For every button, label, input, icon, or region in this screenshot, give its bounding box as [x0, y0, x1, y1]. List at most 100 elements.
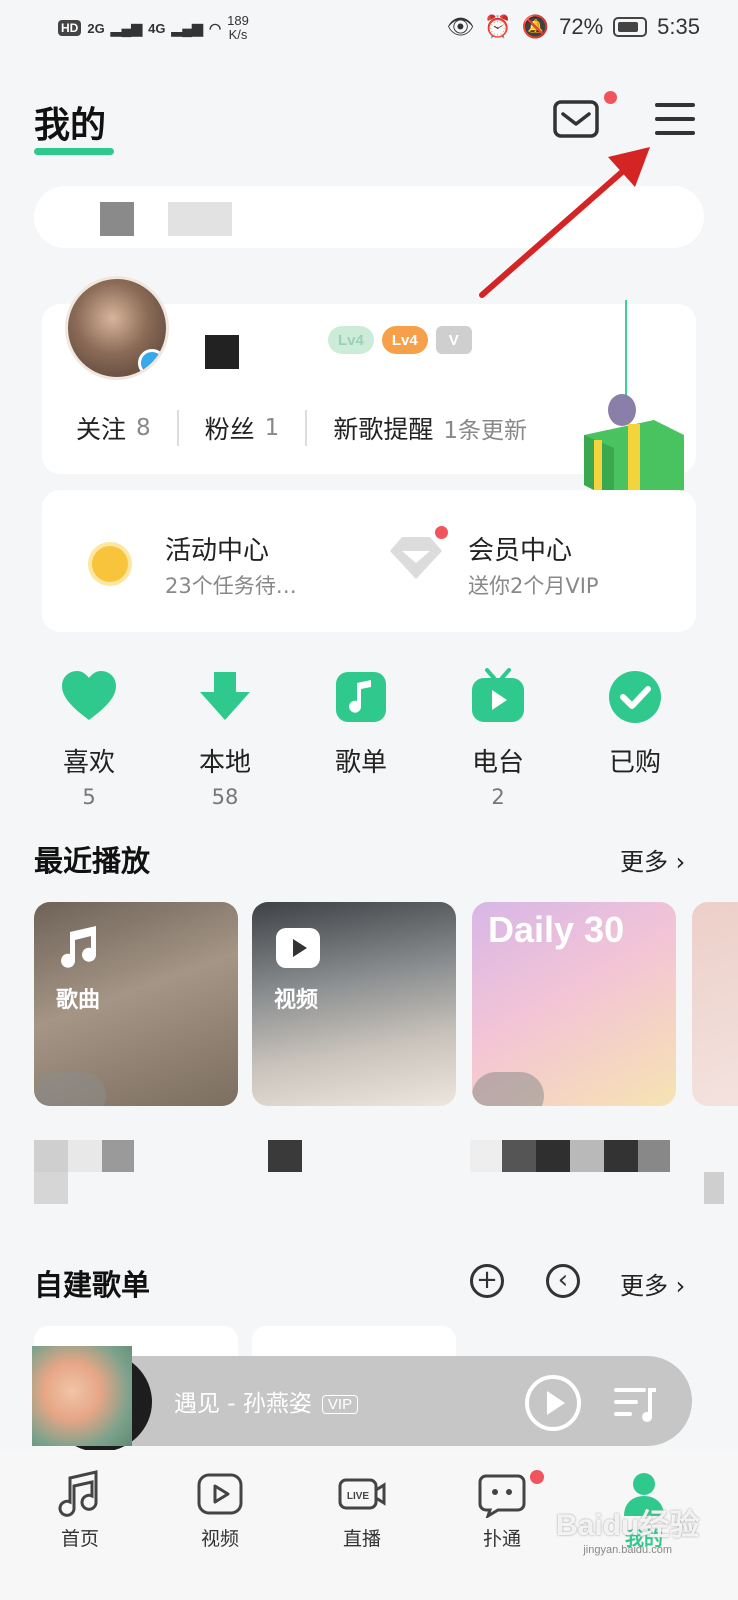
chevron-right-icon: ›: [675, 1272, 686, 1300]
playlists-more-link[interactable]: 更多 ›: [620, 1266, 685, 1301]
mute-icon: 🔕: [521, 14, 550, 39]
nav-label: 扑通: [482, 1528, 521, 1550]
activity-center-title[interactable]: 活动中心: [165, 530, 269, 567]
page-title: 我的: [34, 105, 107, 146]
recent-tile-partial[interactable]: [692, 902, 738, 1106]
clock: 5:35: [657, 14, 700, 39]
playlists-section-title: 自建歌单: [34, 1268, 151, 1302]
status-bar: HD 2G ▂▄▆ 4G ▂▄▆ ◠ 189 K/s 👁 ⏰ 🔕 72% 5:3…: [0, 0, 738, 56]
nav-label: 视频: [200, 1528, 239, 1550]
svg-text:LIVE: LIVE: [347, 1491, 370, 1502]
eye-icon: 👁: [446, 14, 475, 39]
watermark-sub: jingyan.baidu.com: [583, 1544, 672, 1556]
quick-purchased[interactable]: 已购: [580, 668, 690, 785]
level-badges: Lv4 Lv4 V: [328, 326, 472, 354]
redacted-block: [570, 1140, 604, 1172]
tv-radio-icon: [472, 668, 524, 722]
quick-label: 歌单: [334, 748, 387, 778]
activity-card: [42, 490, 696, 632]
redacted-block: [502, 1140, 536, 1172]
nav-video[interactable]: 视频: [170, 1470, 270, 1551]
redacted-block: [638, 1140, 670, 1172]
watermark-text: Baidu经验: [556, 1509, 700, 1542]
speed-value: 189: [227, 13, 249, 28]
more-label: 更多: [620, 848, 668, 876]
diamond-icon[interactable]: [388, 533, 444, 583]
redacted-block: [168, 202, 232, 236]
play-button[interactable]: [472, 1072, 544, 1106]
redacted-block: [102, 1140, 134, 1172]
video-icon: [197, 1473, 243, 1515]
signal-bars-icon: ▂▄▆: [110, 19, 143, 36]
battery-icon: [613, 17, 648, 37]
redacted-username: [205, 335, 239, 369]
mail-notification-dot: [604, 91, 617, 104]
vip-center-title[interactable]: 会员中心: [468, 530, 572, 567]
music-note-icon: [336, 672, 386, 722]
divider: [176, 410, 179, 446]
redacted-block: [470, 1140, 502, 1172]
level-badge-orange: Lv4: [381, 326, 428, 354]
recent-section-title: 最近播放: [34, 844, 151, 878]
quick-radio[interactable]: 电台 2: [443, 668, 553, 809]
followers-label[interactable]: 粉丝: [205, 410, 255, 446]
album-cover[interactable]: [32, 1346, 132, 1446]
video-play-icon: [276, 928, 320, 968]
daily30-logo: Daily 30: [488, 909, 625, 950]
following-count: 8: [136, 415, 151, 441]
nav-live[interactable]: LIVE 直播: [312, 1470, 412, 1551]
divider: [305, 410, 308, 446]
new-song-alert-count: 1条更新: [443, 418, 527, 444]
recent-more-link[interactable]: 更多 ›: [620, 842, 685, 877]
watermark: Baidu经验 jingyan.baidu.com: [556, 1500, 699, 1556]
redacted-block: [704, 1172, 724, 1204]
add-playlist-icon[interactable]: +: [470, 1264, 504, 1298]
redacted-block: [34, 1172, 68, 1204]
following-label[interactable]: 关注: [76, 410, 126, 446]
redacted-block: [68, 1140, 102, 1172]
search-bar[interactable]: [34, 186, 704, 248]
quick-count: 2: [491, 785, 505, 809]
chat-face-icon: [478, 1474, 526, 1518]
play-button[interactable]: [34, 1072, 106, 1106]
signal-bars-icon: ▂▄▆: [171, 19, 203, 36]
vip-notification-dot: [435, 526, 448, 539]
signal-4g: 4G: [148, 20, 166, 36]
nav-label: 直播: [342, 1528, 381, 1550]
import-playlist-icon[interactable]: ‹: [546, 1264, 580, 1298]
quick-label: 已购: [608, 748, 661, 778]
nav-home[interactable]: 首页: [30, 1470, 130, 1551]
new-song-alert-label[interactable]: 新歌提醒: [333, 410, 433, 446]
music-note-icon: [58, 1470, 98, 1517]
play-icon[interactable]: [524, 1374, 582, 1432]
playlist-queue-icon[interactable]: [612, 1380, 658, 1426]
quick-like[interactable]: 喜欢 5: [34, 668, 144, 809]
tile-label: 歌曲: [56, 988, 101, 1013]
coin-icon[interactable]: [92, 546, 128, 582]
song-title: 遇见 - 孙燕姿: [174, 1391, 312, 1417]
quick-playlist[interactable]: 歌单: [306, 668, 416, 785]
avatar[interactable]: [65, 276, 169, 380]
wifi-icon: ◠: [208, 19, 222, 36]
vip-center-subtitle: 送你2个月VIP: [468, 574, 599, 598]
signal-2g: 2G: [87, 20, 105, 36]
tile-label: 视频: [274, 988, 319, 1013]
recent-tile-songs[interactable]: 歌曲: [34, 902, 238, 1106]
heart-icon: [62, 671, 116, 720]
menu-icon[interactable]: [653, 100, 697, 138]
redacted-block: [34, 1140, 68, 1172]
recent-tile-videos[interactable]: 视频: [252, 902, 456, 1106]
level-badge-green: Lv4: [328, 326, 374, 354]
profile-stats: 关注 8 粉丝 1 新歌提醒 1条更新: [76, 410, 527, 446]
recent-tile-daily30[interactable]: Daily 30: [472, 902, 676, 1106]
redacted-block: [604, 1140, 638, 1172]
hd-indicator: HD: [58, 20, 82, 36]
quick-local[interactable]: 本地 58: [170, 668, 280, 809]
vip-v-icon: V: [435, 326, 472, 354]
mail-icon[interactable]: [553, 100, 599, 138]
alarm-icon: ⏰: [484, 14, 512, 39]
download-icon: [200, 672, 250, 720]
gift-box-icon[interactable]: [584, 300, 688, 500]
chevron-right-icon: ›: [675, 848, 686, 876]
putong-notification-dot: [530, 1470, 544, 1484]
